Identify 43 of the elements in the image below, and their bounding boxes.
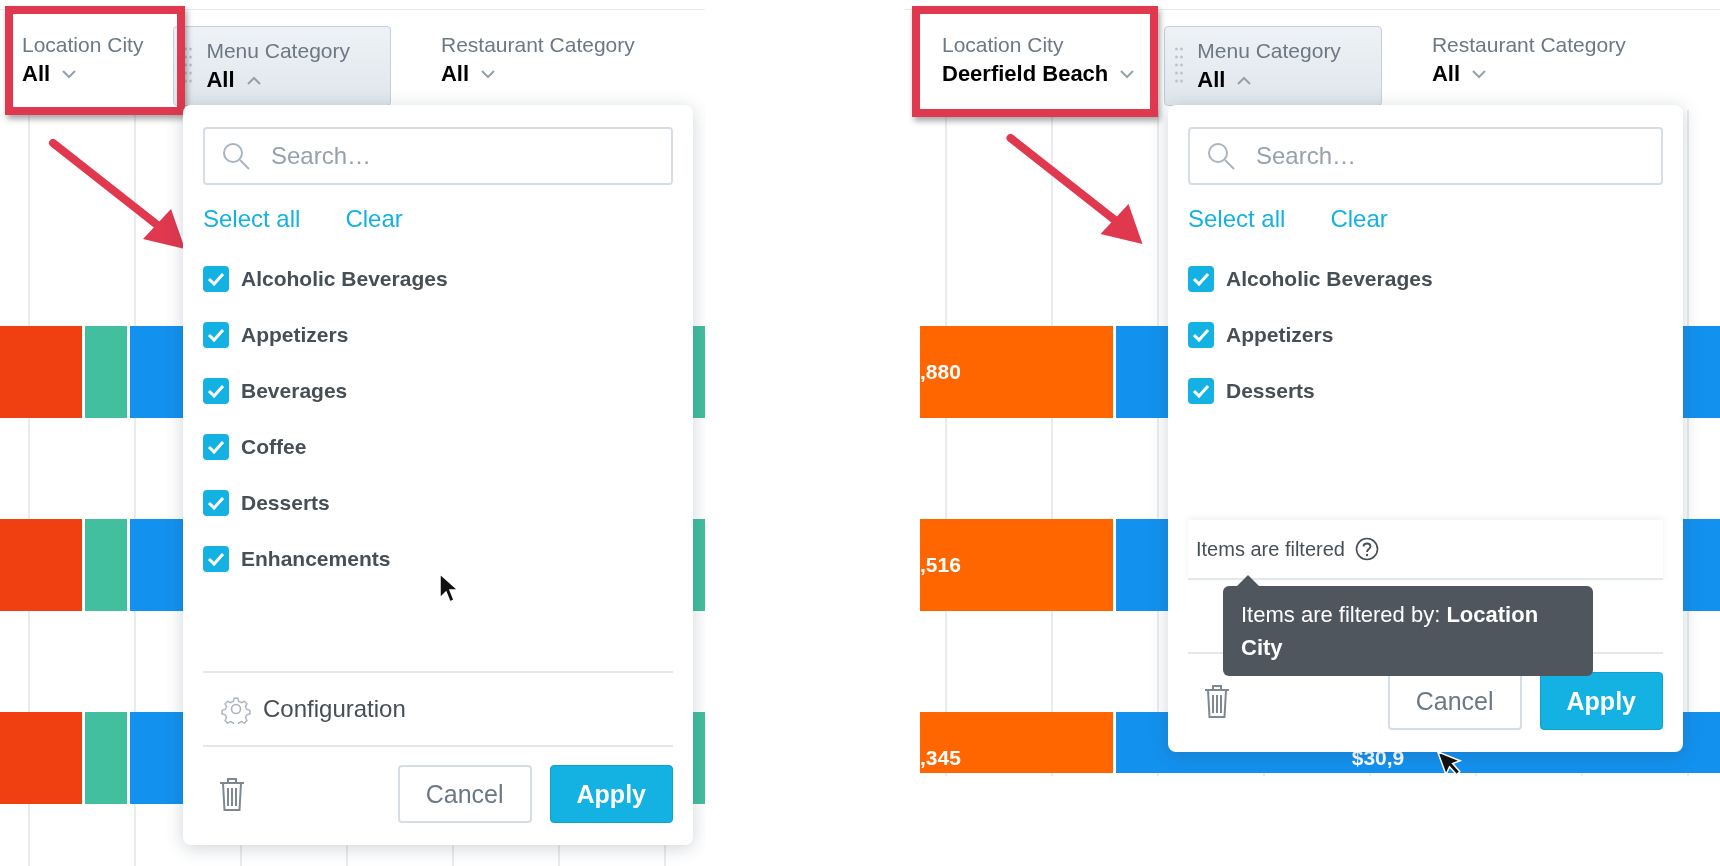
- help-icon[interactable]: [1354, 537, 1379, 561]
- checkbox[interactable]: [203, 490, 229, 516]
- filter-dropdown[interactable]: Location City Deerfield Beach: [920, 20, 1157, 100]
- gear-icon: [221, 694, 251, 724]
- option-label[interactable]: Coffee: [241, 435, 307, 459]
- checkbox[interactable]: [1188, 378, 1214, 404]
- checkbox[interactable]: [1188, 322, 1214, 348]
- chevron-icon: [481, 69, 496, 79]
- trash-icon[interactable]: [218, 776, 246, 812]
- bar-value-label: ,345: [920, 746, 961, 770]
- filter-dropdown[interactable]: Restaurant Category All: [1409, 20, 1648, 100]
- checkbox[interactable]: [203, 434, 229, 460]
- filter-dropdown[interactable]: Restaurant Category All: [419, 20, 657, 100]
- option-label[interactable]: Alcoholic Beverages: [241, 267, 448, 291]
- checkbox[interactable]: [203, 546, 229, 572]
- option-label[interactable]: Appetizers: [1226, 323, 1334, 347]
- bar-value-label: ,516: [920, 553, 961, 577]
- notice-text: Items are filtered: [1196, 537, 1345, 561]
- tooltip: Items are filtered by: Location City: [1223, 575, 1593, 676]
- trash-icon[interactable]: [1203, 683, 1231, 719]
- option-label[interactable]: Desserts: [1226, 379, 1315, 403]
- chevron-icon: [1472, 69, 1486, 79]
- filter-dropdown[interactable]: Menu Category All: [1164, 26, 1382, 106]
- checkbox[interactable]: [1188, 266, 1214, 292]
- chevron-icon: [1120, 69, 1135, 79]
- chevron-icon: [62, 69, 77, 79]
- option-label[interactable]: Beverages: [241, 379, 348, 403]
- search-field[interactable]: Search…: [203, 127, 673, 185]
- option-label[interactable]: Enhancements: [241, 547, 391, 571]
- checkbox[interactable]: [203, 266, 229, 292]
- bar-value-label: ,880: [920, 360, 961, 384]
- filter-dropdown[interactable]: Location City All: [0, 20, 166, 100]
- chevron-icon: [246, 75, 261, 85]
- option-label[interactable]: Alcoholic Beverages: [1226, 267, 1433, 291]
- checkbox[interactable]: [203, 322, 229, 348]
- filter-dropdown[interactable]: Menu Category All: [173, 26, 391, 106]
- configuration-link[interactable]: Configuration: [263, 695, 406, 723]
- checkbox[interactable]: [203, 378, 229, 404]
- search-field[interactable]: Search…: [1188, 127, 1663, 185]
- chevron-icon: [1237, 75, 1252, 85]
- option-label[interactable]: Desserts: [241, 491, 330, 515]
- option-label[interactable]: Appetizers: [241, 323, 349, 347]
- cancel-button[interactable]: Cancel: [397, 765, 532, 823]
